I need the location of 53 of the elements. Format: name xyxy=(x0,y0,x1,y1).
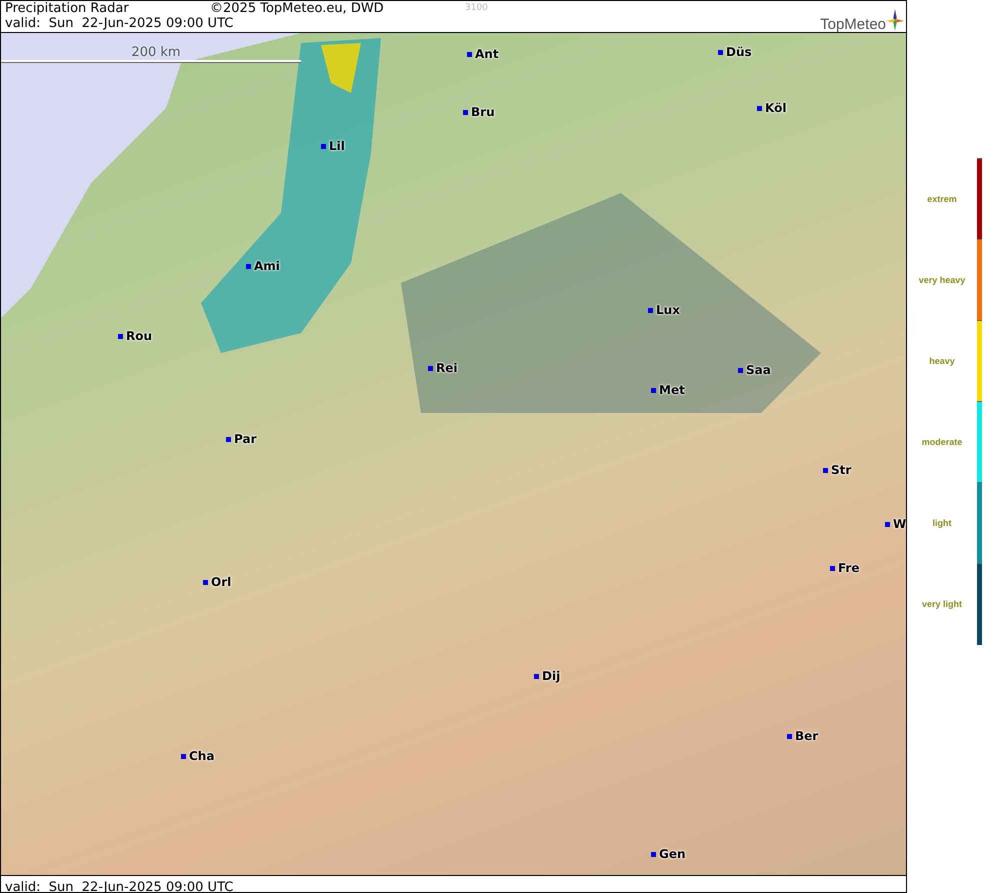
city-marker-icon xyxy=(467,52,472,56)
city-label: Cha xyxy=(189,749,214,763)
legend-label: very light xyxy=(920,598,963,608)
city-label: Gen xyxy=(659,847,686,861)
city-label: Rei xyxy=(436,361,458,375)
city-label: Saa xyxy=(746,363,771,377)
city-marker-icon xyxy=(757,106,762,110)
code-text: 3100 xyxy=(465,2,488,15)
legend-label: very heavy xyxy=(918,274,966,284)
city-label: Ber xyxy=(795,729,818,743)
city-marker-icon xyxy=(226,436,231,442)
city-marker-icon xyxy=(246,264,251,268)
legend-label: moderate xyxy=(920,436,964,446)
city-label: Bru xyxy=(471,105,495,119)
city-label: Str xyxy=(831,463,852,477)
city-label: Met xyxy=(659,383,685,397)
city-label: Dij xyxy=(542,669,560,683)
compass-star-icon xyxy=(886,8,904,32)
map-title: Precipitation Radar xyxy=(5,1,130,16)
city-label: Ant xyxy=(475,47,499,61)
city-label: Düs xyxy=(726,45,752,59)
city-marker-icon xyxy=(651,388,656,392)
city-label: W xyxy=(893,517,906,531)
city-marker-icon xyxy=(648,308,653,312)
city-marker-icon xyxy=(428,366,433,370)
city-marker-icon xyxy=(787,734,792,738)
legend-label: extrem xyxy=(926,194,958,204)
scale-label: 200 km xyxy=(131,45,181,60)
city-marker-icon xyxy=(830,566,835,570)
city-label: Köl xyxy=(765,101,786,115)
city-label: Ami xyxy=(254,259,280,273)
city-marker-icon xyxy=(321,144,326,148)
city-marker-icon xyxy=(885,522,890,526)
city-marker-icon xyxy=(823,468,828,472)
logo-text: TopMeteo xyxy=(820,17,886,32)
city-marker-icon xyxy=(738,368,743,372)
city-marker-icon xyxy=(534,674,539,678)
city-marker-icon xyxy=(118,334,123,338)
city-marker-icon xyxy=(651,852,656,856)
copyright-text: ©2025 TopMeteo.eu, DWD xyxy=(210,1,385,16)
city-marker-icon xyxy=(181,754,186,758)
city-marker-icon xyxy=(203,580,208,584)
city-label: Par xyxy=(234,432,256,446)
city-label: Lux xyxy=(656,303,680,317)
city-marker-icon xyxy=(463,110,468,114)
valid-time-text: valid: Sun 22-Jun-2025 09:00 UTC xyxy=(5,16,234,31)
city-marker-icon xyxy=(718,50,723,54)
city-label: Orl xyxy=(211,575,232,589)
legend-label: light xyxy=(932,518,952,528)
city-label: Lil xyxy=(329,139,345,153)
city-label: Fre xyxy=(838,561,860,575)
legend-label: heavy xyxy=(928,356,956,366)
city-label: Rou xyxy=(126,329,152,343)
